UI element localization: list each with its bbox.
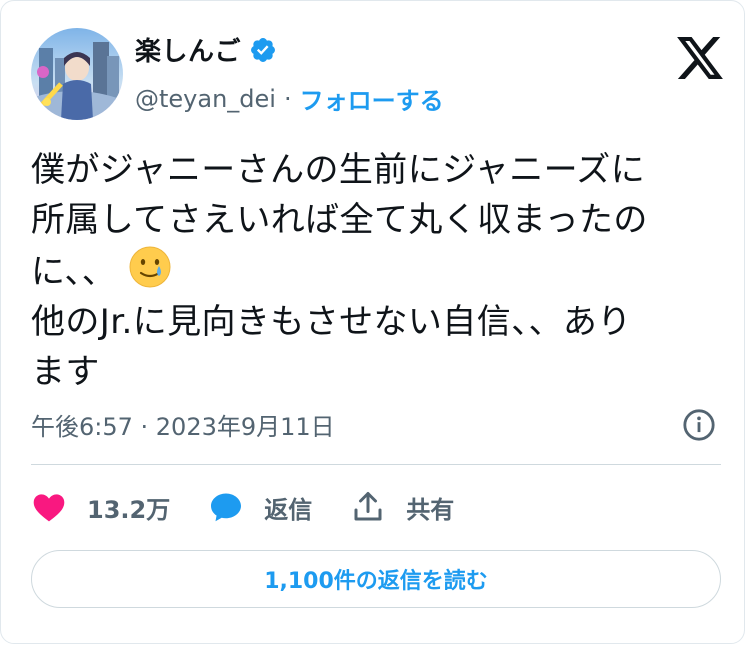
user-name-row: 楽しんご	[135, 31, 277, 68]
handle-row: @teyan_dei · フォローする	[135, 81, 444, 116]
avatar[interactable]	[31, 28, 123, 120]
tweet-timestamp[interactable]: 午後6:57 · 2023年9月11日	[31, 407, 335, 442]
x-logo-icon[interactable]	[677, 37, 723, 79]
heart-icon	[33, 494, 65, 522]
tweet-line: 他のJr.に見向きもさせない自信、、あり	[31, 302, 632, 342]
action-bar: 13.2万 返信 共有	[31, 485, 492, 529]
tweet-card: 楽しんご @teyan_dei · フォローする 僕がジャニーさんの生前にジャニ…	[0, 0, 745, 644]
info-icon[interactable]	[682, 408, 716, 442]
divider	[31, 464, 721, 465]
like-button[interactable]: 13.2万	[31, 489, 170, 525]
reply-button[interactable]: 返信	[208, 489, 312, 525]
separator-dot: ·	[283, 84, 292, 113]
like-count: 13.2万	[87, 495, 171, 524]
display-name[interactable]: 楽しんご	[135, 31, 241, 68]
follow-button[interactable]: フォローする	[300, 81, 444, 116]
reply-label: 返信	[264, 495, 313, 524]
tweet-line: 所属してさえいれば全て丸く収まったの	[31, 200, 648, 240]
read-replies-button[interactable]: 1,100件の返信を読む	[31, 550, 721, 608]
tweet-text: 僕がジャニーさんの生前にジャニーズに 所属してさえいれば全て丸く収まったの に、…	[31, 145, 721, 397]
user-handle[interactable]: @teyan_dei	[135, 85, 276, 113]
tweet-line: 僕がジャニーさんの生前にジャニーズに	[31, 150, 646, 190]
smiling-face-with-tear-icon	[129, 246, 171, 288]
share-button[interactable]: 共有	[350, 489, 454, 525]
share-upload-icon	[354, 492, 382, 521]
share-label: 共有	[406, 495, 455, 524]
tweet-line-with-emoji: に、、	[31, 245, 721, 297]
tweet-line: に、、	[31, 252, 117, 292]
verified-badge-icon	[251, 37, 275, 62]
speech-bubble-icon	[211, 493, 242, 522]
tweet-line: ます	[31, 352, 100, 392]
